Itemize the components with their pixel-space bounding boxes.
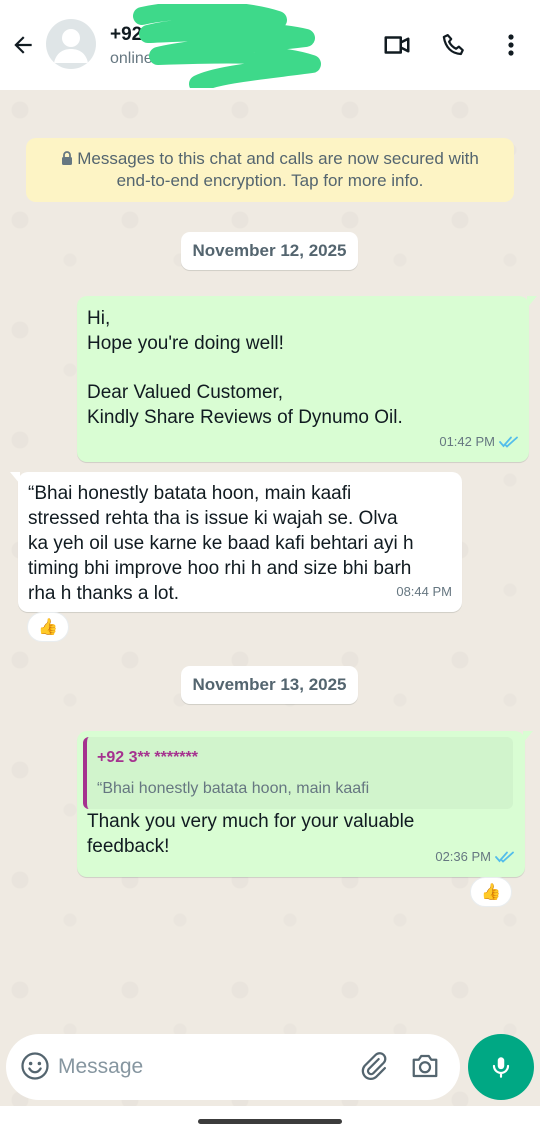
avatar[interactable] bbox=[46, 19, 96, 69]
message-text: Dear Valued Customer, bbox=[87, 382, 284, 403]
thumbs-up-icon[interactable]: 👍 bbox=[27, 612, 69, 642]
video-call-icon[interactable] bbox=[380, 28, 414, 62]
message-meta: 01:42 PM bbox=[439, 429, 519, 454]
message-bubble-outgoing[interactable]: Hi, Hope you're doing well! Dear Valued … bbox=[77, 296, 537, 462]
message-input[interactable] bbox=[58, 1050, 348, 1084]
date-separator: November 12, 2025 bbox=[181, 232, 358, 270]
phone-icon[interactable] bbox=[437, 28, 471, 62]
message-time: 01:42 PM bbox=[439, 434, 495, 449]
back-arrow-icon[interactable] bbox=[6, 28, 40, 62]
camera-icon[interactable] bbox=[410, 1051, 444, 1083]
message-text: Hi, bbox=[87, 308, 111, 329]
message-meta: 02:36 PM bbox=[435, 844, 515, 869]
more-options-icon[interactable] bbox=[494, 28, 528, 62]
read-ticks-icon bbox=[499, 436, 518, 448]
chat-header: +92 online bbox=[0, 0, 540, 90]
message-text: Kindly Share Reviews of Dynumo Oil. bbox=[87, 407, 403, 428]
message-time: 02:36 PM bbox=[435, 849, 491, 864]
message-text: rha h thanks a lot. bbox=[28, 583, 180, 604]
encryption-notice-line: Messages to this chat and calls are now … bbox=[77, 149, 479, 168]
thumbs-up-icon[interactable]: 👍 bbox=[470, 877, 512, 907]
emoji-icon[interactable] bbox=[20, 1051, 52, 1083]
home-gesture-pill[interactable] bbox=[198, 1119, 342, 1124]
message-time: 08:44 PM bbox=[396, 584, 452, 599]
message-text: timing bhi improve hoo rhi h and size bh… bbox=[28, 558, 412, 579]
read-ticks-icon bbox=[495, 851, 514, 863]
message-bubble-incoming[interactable]: “Bhai honestly batata hoon, main kaafi s… bbox=[10, 472, 462, 612]
chat-area[interactable]: Messages to this chat and calls are now … bbox=[0, 90, 540, 1106]
message-text: ka yeh oil use karne ke baad kafi behtar… bbox=[28, 533, 414, 554]
system-nav-bar bbox=[0, 1106, 540, 1138]
encryption-notice[interactable]: Messages to this chat and calls are now … bbox=[26, 138, 514, 202]
message-text: stressed rehta tha is issue ki wajah se.… bbox=[28, 508, 398, 529]
reaction-emoji: 👍 bbox=[38, 619, 58, 636]
attach-icon[interactable] bbox=[358, 1051, 390, 1083]
message-bubble-outgoing-reply[interactable]: +92 3** ******* “Bhai honestly batata ho… bbox=[77, 731, 533, 877]
redaction-scribble bbox=[133, 4, 321, 88]
message-text: Thank you very much for your valuable bbox=[87, 811, 415, 832]
quoted-text: “Bhai honestly batata hoon, main kaafi bbox=[97, 780, 370, 797]
lock-icon bbox=[62, 151, 73, 165]
message-meta: 08:44 PM bbox=[396, 579, 452, 604]
quoted-message[interactable]: +92 3** ******* “Bhai honestly batata ho… bbox=[83, 737, 513, 809]
encryption-notice-line: end-to-end encryption. Tap for more info… bbox=[116, 171, 424, 190]
message-text: “Bhai honestly batata hoon, main kaafi bbox=[28, 483, 352, 504]
microphone-icon[interactable] bbox=[468, 1034, 534, 1100]
date-separator: November 13, 2025 bbox=[181, 666, 358, 704]
quoted-sender: +92 3** ******* bbox=[97, 749, 198, 766]
reaction-emoji: 👍 bbox=[481, 884, 501, 901]
message-text: Hope you're doing well! bbox=[87, 333, 284, 354]
message-text: feedback! bbox=[87, 836, 170, 857]
message-composer bbox=[6, 1034, 460, 1100]
